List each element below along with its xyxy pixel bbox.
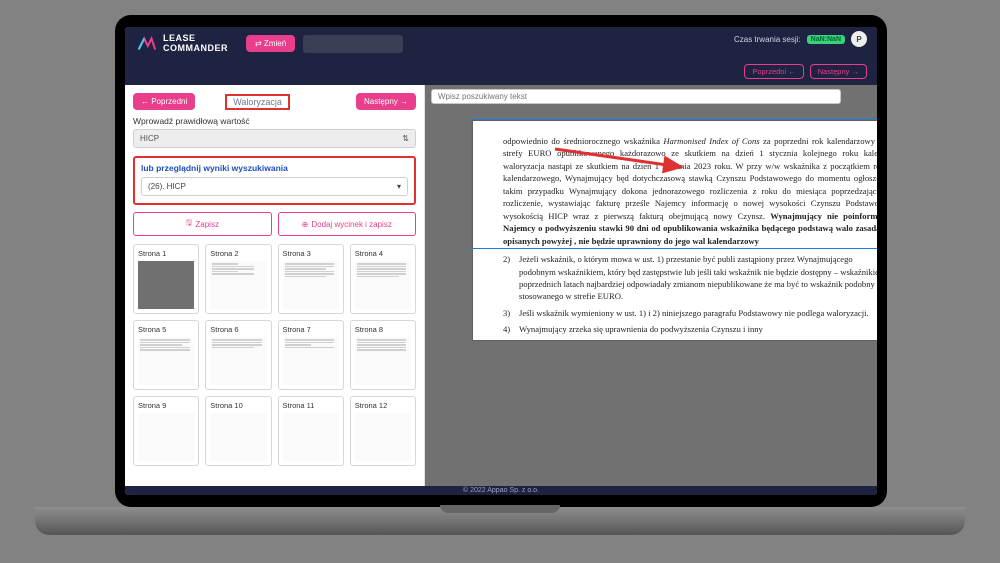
topbar-selector[interactable] (303, 35, 403, 53)
prompt-label: Wprowadź prawidłową wartość (133, 116, 416, 126)
thumb-label: Strona 10 (210, 401, 266, 410)
document-page[interactable]: odpowiednio do średniorocznego wskaźnika… (473, 121, 877, 340)
app-screen: LEASE COMMANDER ⇄ Zmień Czas trwania ses… (125, 27, 877, 495)
thumb-5[interactable]: Strona 5 (133, 320, 199, 390)
nav-next-button[interactable]: Następny → (810, 64, 867, 79)
thumb-label: Strona 7 (283, 325, 339, 334)
doc-li4: Wynajmujący zrzeka się uprawnienia do po… (519, 324, 763, 334)
thumb-6[interactable]: Strona 6 (205, 320, 271, 390)
thumb-label: Strona 9 (138, 401, 194, 410)
next-step-button[interactable]: Następny → (356, 93, 416, 110)
select-arrows-icon: ⇅ (402, 134, 409, 143)
thumb-label: Strona 12 (355, 401, 411, 410)
doc-li3: Jeśli wskaźnik wymieniony w ust. 1) i 2)… (519, 308, 869, 318)
add-snippet-button[interactable]: ⊕ Dodaj wycinek i zapisz (278, 212, 417, 236)
session-badge: NaN:NaN (807, 35, 845, 44)
thumb-label: Strona 2 (210, 249, 266, 258)
thumb-label: Strona 1 (138, 249, 194, 258)
save-button[interactable]: 🖫 Zapisz (133, 212, 272, 236)
result-dropdown-value: (26). HICP (148, 182, 186, 191)
add-label: Dodaj wycinek i zapisz (311, 220, 391, 229)
thumb-4[interactable]: Strona 4 (350, 244, 416, 314)
thumb-11[interactable]: Strona 11 (278, 396, 344, 466)
step-title: Waloryzacja (225, 94, 290, 110)
left-panel: ← Poprzedni Waloryzacja Następny → Wprow… (125, 85, 425, 495)
thumb-9[interactable]: Strona 9 (133, 396, 199, 466)
doc-search[interactable] (431, 89, 841, 104)
thumb-3[interactable]: Strona 3 (278, 244, 344, 314)
avatar[interactable]: P (851, 31, 867, 47)
chevron-down-icon: ▾ (397, 182, 401, 191)
thumb-12[interactable]: Strona 12 (350, 396, 416, 466)
thumb-label: Strona 8 (355, 325, 411, 334)
prev-step-button[interactable]: ← Poprzedni (133, 93, 195, 110)
result-dropdown[interactable]: (26). HICP ▾ (141, 177, 408, 196)
save-icon: 🖫 (186, 217, 193, 231)
thumb-10[interactable]: Strona 10 (205, 396, 271, 466)
document-viewer: odpowiednio do średniorocznego wskaźnika… (425, 85, 877, 495)
search-results-title: lub przeglądnij wyniki wyszukiwania (141, 163, 408, 173)
brand-logo: LEASE COMMANDER (135, 33, 228, 55)
search-results-box: lub przeglądnij wyniki wyszukiwania (26)… (133, 156, 416, 205)
brand-line2: COMMANDER (163, 44, 228, 54)
doc-search-input[interactable] (438, 92, 840, 101)
plus-icon: ⊕ (302, 220, 309, 229)
topbar: LEASE COMMANDER ⇄ Zmień Czas trwania ses… (125, 27, 877, 85)
thumb-label: Strona 5 (138, 325, 194, 334)
value-select-text: HICP (140, 134, 159, 143)
thumb-label: Strona 3 (283, 249, 339, 258)
thumb-2[interactable]: Strona 2 (205, 244, 271, 314)
thumb-7[interactable]: Strona 7 (278, 320, 344, 390)
change-button[interactable]: ⇄ Zmień (246, 35, 295, 52)
save-label: Zapisz (195, 220, 219, 229)
doc-text-italic: Harmonised Index of Cons (663, 136, 759, 146)
thumb-label: Strona 4 (355, 249, 411, 258)
logo-icon (135, 33, 157, 55)
footer: © 2022 Appao Sp. z o.o. (125, 486, 877, 495)
thumb-label: Strona 11 (283, 401, 339, 410)
thumb-label: Strona 6 (210, 325, 266, 334)
doc-text-cont: za poprzedni rok kalendarzowy dla strefy… (503, 136, 877, 221)
session-label: Czas trwania sesji: (734, 35, 801, 44)
thumb-1[interactable]: Strona 1 (133, 244, 199, 314)
value-select[interactable]: HICP ⇅ (133, 129, 416, 148)
thumb-8[interactable]: Strona 8 (350, 320, 416, 390)
laptop-notch (440, 505, 560, 513)
page-thumbnails: Strona 1 Strona 2 Strona 3 Strona 4 Stro… (133, 244, 416, 466)
doc-li2: Jeżeli wskaźnik, o którym mowa w ust. 1)… (519, 254, 877, 301)
doc-text: odpowiednio do średniorocznego wskaźnika (503, 136, 663, 146)
nav-prev-button[interactable]: Poprzedni ← (744, 64, 803, 79)
